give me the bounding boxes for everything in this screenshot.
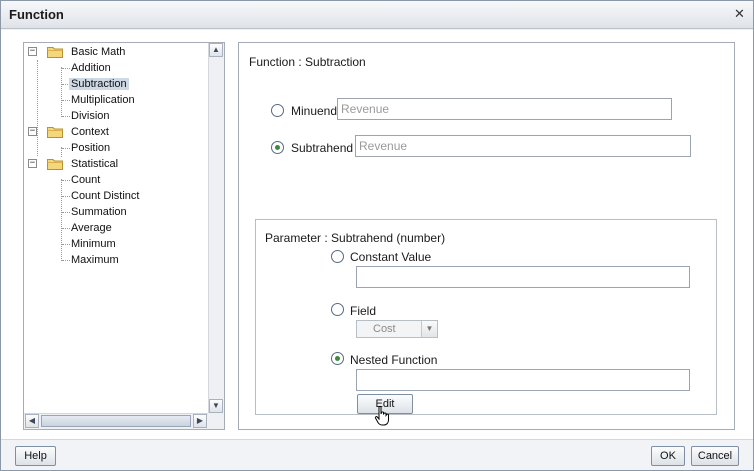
constant-value-label: Constant Value xyxy=(350,250,432,264)
function-tree-panel: − Basic Math Addition Subtraction Multip… xyxy=(23,42,225,430)
scroll-corner xyxy=(208,413,224,429)
collapse-icon[interactable]: − xyxy=(28,159,37,168)
subtrahend-radio[interactable] xyxy=(271,141,284,154)
dialog-title: Function xyxy=(9,7,64,22)
minuend-input[interactable] xyxy=(337,98,672,120)
tree-item-average[interactable]: Average xyxy=(71,222,112,234)
tree-connector xyxy=(62,244,70,245)
field-select[interactable]: Cost ▼ xyxy=(356,320,438,338)
tree-connector xyxy=(62,100,70,101)
tree-item-count[interactable]: Count xyxy=(71,174,100,186)
tree-connector xyxy=(62,180,70,181)
tree-connector xyxy=(61,67,62,117)
horizontal-scroll-thumb[interactable] xyxy=(41,415,191,427)
tree-connector xyxy=(62,228,70,229)
tree-item-minimum[interactable]: Minimum xyxy=(71,238,116,250)
field-radio[interactable] xyxy=(331,303,344,316)
tree-vertical-scrollbar[interactable]: ▲ ▼ xyxy=(208,43,224,413)
field-select-value: Cost xyxy=(373,323,396,335)
dialog-body: − Basic Math Addition Subtraction Multip… xyxy=(1,30,753,439)
tree-group-statistical[interactable]: Statistical xyxy=(71,158,118,170)
tree-connector xyxy=(62,148,70,149)
subtrahend-label: Subtrahend xyxy=(291,141,354,155)
constant-value-input[interactable] xyxy=(356,266,690,288)
nested-function-label: Nested Function xyxy=(350,353,438,367)
tree-item-position[interactable]: Position xyxy=(71,142,110,154)
constant-value-radio[interactable] xyxy=(331,250,344,263)
parameter-title: Parameter : Subtrahend (number) xyxy=(265,231,446,245)
field-label: Field xyxy=(350,304,377,318)
function-tree: − Basic Math Addition Subtraction Multip… xyxy=(24,43,208,413)
scroll-right-icon[interactable]: ▶ xyxy=(193,414,207,428)
dialog-footer: Help OK Cancel xyxy=(1,439,753,470)
tree-connector xyxy=(62,212,70,213)
minuend-label: Minuend xyxy=(291,104,338,118)
title-bar: Function ✕ xyxy=(1,1,753,29)
chevron-down-icon: ▼ xyxy=(421,321,437,337)
tree-group-context[interactable]: Context xyxy=(71,126,109,138)
scroll-left-icon[interactable]: ◀ xyxy=(25,414,39,428)
close-icon[interactable]: ✕ xyxy=(732,7,747,22)
collapse-icon[interactable]: − xyxy=(28,127,37,136)
tree-connector xyxy=(62,68,70,69)
collapse-icon[interactable]: − xyxy=(28,47,37,56)
tree-connector xyxy=(62,116,70,117)
folder-icon xyxy=(47,47,63,58)
ok-button[interactable]: OK xyxy=(651,446,685,466)
subtrahend-input[interactable] xyxy=(355,135,691,157)
parameter-group: Parameter : Subtrahend (number) Constant… xyxy=(255,219,717,426)
nested-function-radio[interactable] xyxy=(331,352,344,365)
function-detail-panel: Function : Subtraction Minuend Subtrahen… xyxy=(238,42,735,430)
tree-item-summation[interactable]: Summation xyxy=(71,206,127,218)
tree-item-division[interactable]: Division xyxy=(71,110,110,122)
tree-item-addition[interactable]: Addition xyxy=(71,62,111,74)
hand-cursor-icon xyxy=(374,406,389,426)
help-button[interactable]: Help xyxy=(15,446,56,466)
function-title: Function : Subtraction xyxy=(249,55,366,69)
cancel-button[interactable]: Cancel xyxy=(691,446,739,466)
tree-connector xyxy=(61,179,62,261)
tree-connector xyxy=(37,60,38,156)
scroll-down-icon[interactable]: ▼ xyxy=(209,399,223,413)
tree-connector xyxy=(62,196,70,197)
tree-item-count-distinct[interactable]: Count Distinct xyxy=(71,190,139,202)
nested-function-input[interactable] xyxy=(356,369,690,391)
tree-item-subtraction[interactable]: Subtraction xyxy=(69,78,129,90)
minuend-radio[interactable] xyxy=(271,104,284,117)
tree-horizontal-scrollbar[interactable]: ◀ ▶ xyxy=(24,413,208,429)
folder-icon xyxy=(47,159,63,170)
function-dialog: Function ✕ − Basic Math Addition Subtrac… xyxy=(0,0,754,471)
tree-connector xyxy=(62,260,70,261)
tree-group-basic-math[interactable]: Basic Math xyxy=(71,46,125,58)
folder-icon xyxy=(47,127,63,138)
scroll-up-icon[interactable]: ▲ xyxy=(209,43,223,57)
tree-item-maximum[interactable]: Maximum xyxy=(71,254,119,266)
tree-item-multiplication[interactable]: Multiplication xyxy=(71,94,135,106)
